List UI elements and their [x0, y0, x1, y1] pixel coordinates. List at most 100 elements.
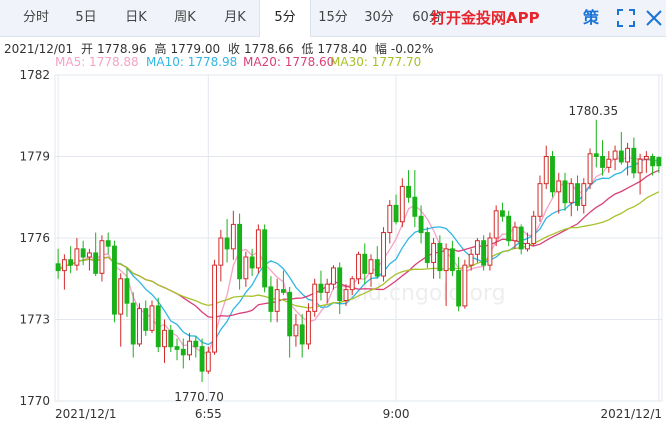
candle-body — [437, 242, 443, 272]
candle-body — [656, 157, 662, 167]
candle-body — [243, 256, 249, 280]
candle — [374, 246, 380, 279]
candle-body — [443, 248, 449, 272]
candle-body — [149, 305, 155, 331]
candle-body — [274, 289, 280, 312]
candle-body — [61, 259, 67, 272]
candle — [537, 175, 543, 222]
candle-body — [606, 158, 612, 168]
candle-body — [299, 324, 305, 345]
candle — [625, 142, 631, 176]
candle-body — [456, 270, 462, 307]
candle-body — [331, 267, 336, 285]
candle — [293, 314, 299, 347]
candle — [424, 227, 430, 268]
candle-body — [205, 351, 211, 372]
candle — [406, 170, 412, 203]
candle — [193, 335, 199, 358]
candle-body — [556, 180, 562, 193]
candle — [137, 303, 142, 347]
candle-body — [105, 240, 111, 247]
candle-body — [587, 153, 593, 185]
candle — [606, 151, 612, 173]
candle — [412, 170, 418, 228]
candle-body — [193, 340, 199, 348]
candle-body — [255, 229, 261, 269]
candles — [55, 119, 662, 382]
candle — [431, 238, 437, 279]
candle-body — [318, 283, 324, 293]
candle-body — [637, 158, 643, 174]
candle-body — [218, 237, 224, 266]
candle-body — [93, 252, 99, 274]
candle — [224, 218, 230, 263]
candle — [556, 172, 562, 214]
candle — [562, 172, 568, 211]
candle-body — [237, 223, 243, 280]
candle-body — [374, 259, 380, 277]
candle-body — [162, 329, 167, 348]
candle — [575, 175, 580, 211]
candle — [587, 148, 593, 190]
candle-body — [387, 204, 393, 234]
candle-body — [199, 346, 205, 372]
candle — [74, 238, 80, 271]
candle-body — [124, 278, 130, 304]
candle-body — [650, 156, 656, 167]
candle-body — [268, 286, 274, 312]
candle-body — [518, 226, 524, 250]
candle-body — [393, 204, 399, 223]
candle-body — [349, 278, 355, 291]
candle — [61, 254, 67, 290]
candle — [381, 227, 386, 282]
candle-body — [581, 183, 587, 206]
candle — [618, 132, 624, 165]
candle-body — [449, 248, 455, 272]
candle — [112, 240, 117, 323]
candle-body — [230, 223, 236, 250]
candle — [274, 278, 280, 323]
candle — [593, 119, 599, 168]
candle — [568, 178, 574, 217]
candle-body — [543, 156, 549, 185]
candle-body — [537, 183, 543, 217]
candle — [243, 251, 249, 287]
candle-body — [474, 240, 480, 255]
candle — [212, 259, 218, 355]
candle-body — [550, 156, 555, 193]
candle-body — [356, 253, 361, 280]
candle — [255, 224, 261, 274]
candle — [187, 333, 192, 361]
candle-body — [612, 150, 618, 160]
candle-body — [187, 340, 192, 356]
candle-body — [618, 150, 624, 163]
candle-body — [406, 185, 412, 198]
candle-body — [118, 278, 124, 315]
candle-body — [531, 215, 537, 244]
candle — [287, 286, 293, 358]
candle — [237, 213, 243, 290]
candle-body — [487, 237, 493, 266]
extreme-label: 1780.35 — [568, 104, 618, 118]
y-tick-label: 1776 — [19, 231, 50, 245]
candle-body — [625, 147, 631, 163]
candle-body — [174, 346, 180, 350]
candle-body — [412, 196, 418, 217]
candle — [80, 240, 86, 266]
candle — [531, 210, 537, 247]
candle-body — [631, 147, 637, 174]
candle — [218, 229, 224, 282]
candle-body — [600, 156, 605, 168]
candle-body — [324, 283, 330, 293]
candle — [118, 273, 124, 347]
candle-body — [368, 259, 374, 274]
candle-body — [80, 248, 86, 258]
candle-body — [525, 242, 530, 250]
candle — [149, 300, 155, 334]
candle — [631, 137, 637, 179]
candle — [99, 235, 105, 282]
candle — [55, 248, 61, 279]
x-tick-label: 2021/12/1 — [55, 407, 117, 421]
candle — [462, 259, 468, 309]
x-axis-labels: 2021/12/1 6:55 9:00 2021/12/1 — [55, 407, 662, 421]
